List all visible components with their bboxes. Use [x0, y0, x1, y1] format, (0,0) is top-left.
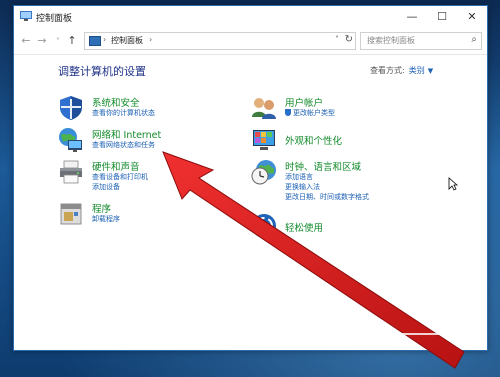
annotation-arrow: [162, 151, 470, 369]
